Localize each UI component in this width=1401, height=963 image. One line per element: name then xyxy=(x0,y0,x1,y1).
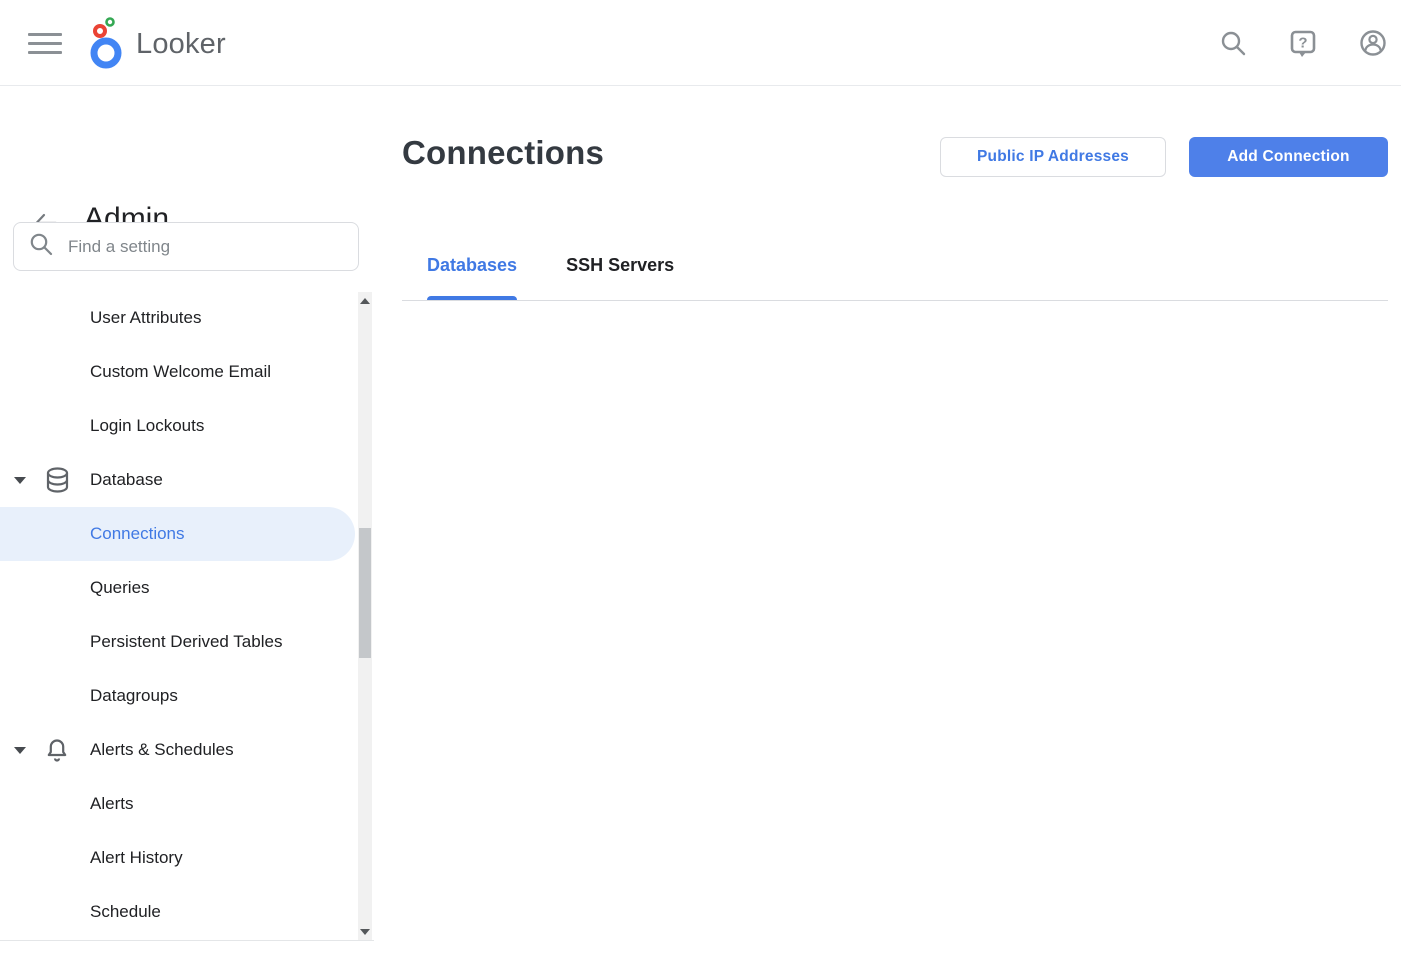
find-setting-searchbox[interactable] xyxy=(13,222,359,271)
sidebar-item-persistent-derived-tables[interactable]: Persistent Derived Tables xyxy=(0,615,355,669)
looker-brand[interactable]: Looker xyxy=(86,13,226,76)
looker-logo-icon xyxy=(86,13,128,76)
help-icon[interactable]: ? xyxy=(1288,28,1318,58)
sidebar-group-database[interactable]: Database xyxy=(0,453,355,507)
brand-text: Looker xyxy=(136,28,226,61)
database-icon xyxy=(43,466,71,494)
admin-header: Admin xyxy=(0,87,374,187)
scrollbar-thumb[interactable] xyxy=(359,528,371,658)
sidebar-item-user-attributes[interactable]: User Attributes xyxy=(0,291,355,345)
sidebar-item-custom-welcome-email[interactable]: Custom Welcome Email xyxy=(0,345,355,399)
looker-admin-page: Looker ? xyxy=(0,0,1401,963)
svg-text:?: ? xyxy=(1298,35,1307,52)
chevron-down-icon[interactable] xyxy=(14,747,26,754)
sidebar-group-alerts-schedules[interactable]: Alerts & Schedules xyxy=(0,723,355,777)
page-title: Connections xyxy=(402,134,604,172)
menu-icon[interactable] xyxy=(28,27,62,59)
tab-ssh-servers[interactable]: SSH Servers xyxy=(566,246,674,301)
account-icon[interactable] xyxy=(1358,28,1388,58)
sidebar-item-datagroups[interactable]: Datagroups xyxy=(0,669,355,723)
search-icon xyxy=(28,231,54,262)
tabs-divider xyxy=(402,300,1388,301)
public-ip-addresses-button[interactable]: Public IP Addresses xyxy=(940,137,1166,177)
find-setting-input[interactable] xyxy=(68,237,344,257)
scroll-down-icon[interactable] xyxy=(360,929,370,935)
sidebar-item-alert-history[interactable]: Alert History xyxy=(0,831,355,885)
search-icon[interactable] xyxy=(1218,28,1248,58)
sidebar-bottom-divider xyxy=(0,940,374,941)
sidebar-item-alerts[interactable]: Alerts xyxy=(0,777,355,831)
sidebar-item-schedule[interactable]: Schedule xyxy=(0,885,355,939)
top-bar: Looker ? xyxy=(0,0,1401,86)
bell-icon xyxy=(43,736,71,764)
chevron-down-icon[interactable] xyxy=(14,477,26,484)
scroll-up-icon[interactable] xyxy=(360,298,370,304)
sidebar-nav: User Attributes Custom Welcome Email Log… xyxy=(0,291,374,940)
add-connection-button[interactable]: Add Connection xyxy=(1189,137,1388,177)
sidebar-item-queries[interactable]: Queries xyxy=(0,561,355,615)
topbar-actions: ? xyxy=(1218,0,1388,86)
sidebar-item-connections[interactable]: Connections xyxy=(0,507,355,561)
sidebar-scrollbar[interactable] xyxy=(358,292,372,941)
connections-tabs: Databases SSH Servers xyxy=(427,246,674,301)
sidebar-item-login-lockouts[interactable]: Login Lockouts xyxy=(0,399,355,453)
tab-databases[interactable]: Databases xyxy=(427,246,517,301)
